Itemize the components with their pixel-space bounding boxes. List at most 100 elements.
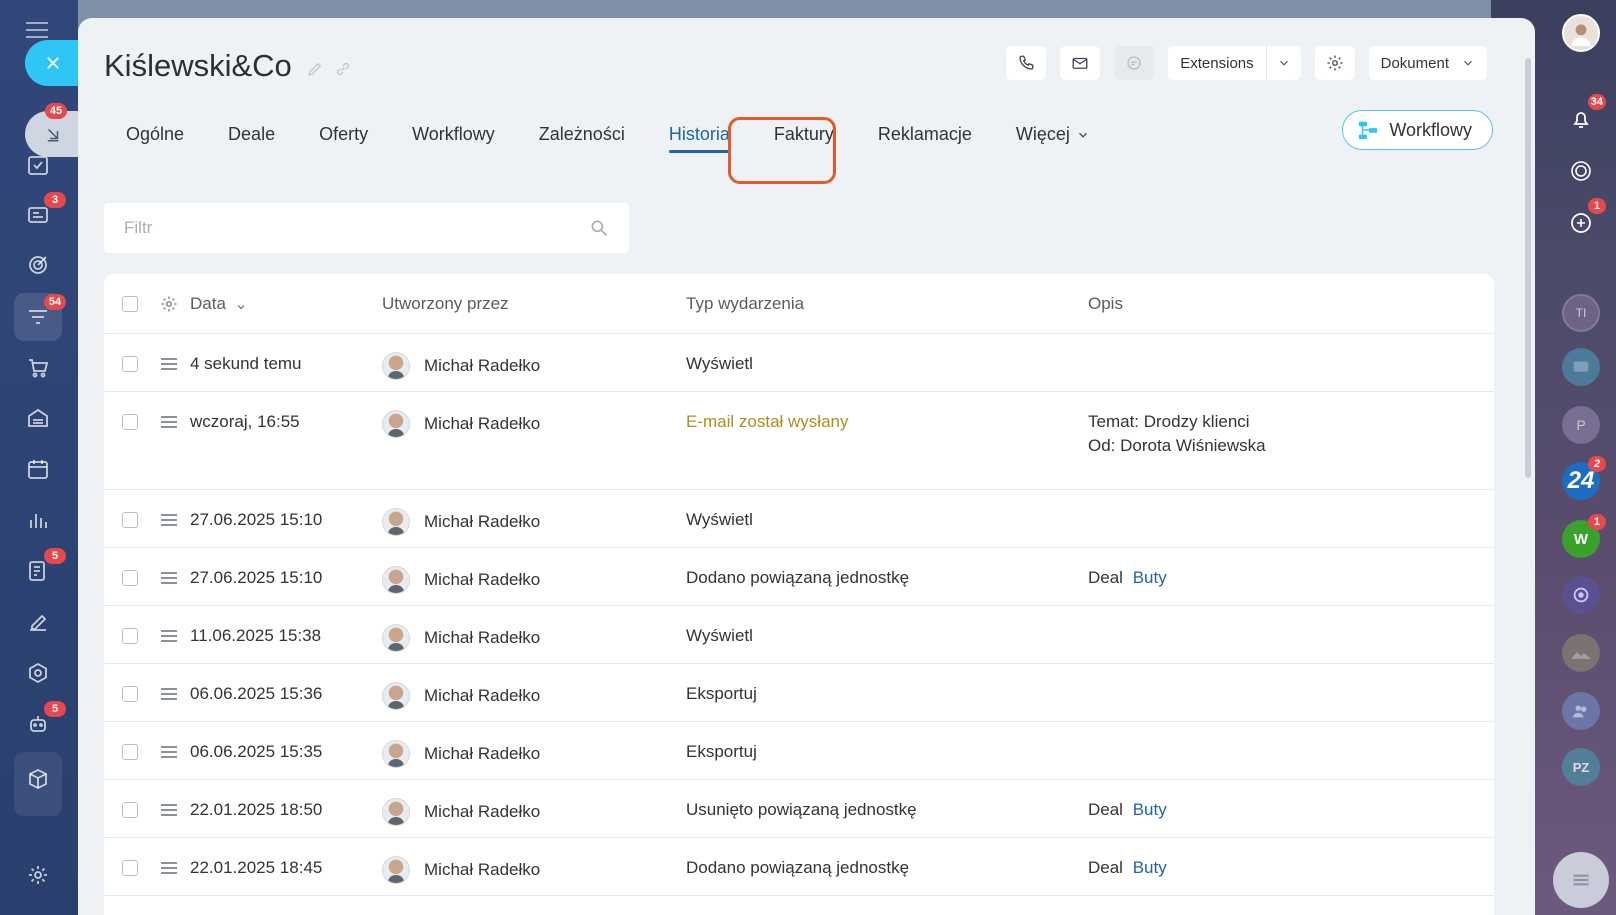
goals-button[interactable] [1562,152,1600,190]
row-user[interactable]: Michał Radełko [382,856,686,884]
sign-icon[interactable] [24,609,52,635]
row-checkbox[interactable] [122,512,138,528]
robot-icon[interactable]: 5 [24,701,66,737]
row-checkbox[interactable] [122,744,138,760]
table-row[interactable]: 4 sekund temu Michał Radełko Wyświetl [104,334,1494,392]
table-row[interactable]: 22.01.2025 18:45 Michał Radełko Dodano p… [104,838,1494,896]
row-menu[interactable] [148,800,190,817]
tab-general[interactable]: Ogólne [104,114,206,155]
row-desc-link[interactable]: Buty [1133,568,1167,587]
contact-circle[interactable] [1562,576,1600,614]
row-desc-link[interactable]: Buty [1133,800,1167,819]
box-icon[interactable] [24,766,52,792]
chat-button[interactable]: 1 [1562,198,1606,242]
settings-button[interactable] [1314,46,1355,80]
row-date: 22.01.2025 18:50 [190,800,323,819]
row-user[interactable]: Michał Radełko [382,740,686,768]
warehouse-icon[interactable] [24,405,52,431]
tab-history[interactable]: Historia [647,114,752,155]
tab-quotes[interactable]: Oferty [297,114,390,155]
tab-workflows[interactable]: Workflowy [390,114,517,155]
table-row[interactable]: 06.06.2025 15:36 Michał Radełko Eksportu… [104,664,1494,722]
row-menu[interactable] [148,742,190,759]
row-menu[interactable] [148,684,190,701]
extensions-dropdown[interactable]: Extensions [1168,46,1301,80]
menu-icon[interactable] [26,22,48,38]
contact-photo[interactable] [1562,634,1600,672]
open-chat-list-button[interactable] [1553,852,1609,908]
row-user[interactable]: Michał Radełko [382,508,686,536]
row-menu[interactable] [148,354,190,371]
pencil-icon[interactable] [306,60,324,78]
extensions-arrow[interactable] [1265,46,1301,80]
select-all-checkbox[interactable] [122,295,138,312]
link-icon[interactable] [334,60,352,78]
row-user[interactable]: Michał Radełko [382,682,686,710]
row-desc-link[interactable]: Buty [1133,858,1167,877]
row-user-name: Michał Radełko [424,860,541,879]
table-row[interactable]: wczoraj, 16:55 Michał Radełko E-mail zos… [104,392,1494,490]
tab-more[interactable]: Więcej [994,114,1112,155]
column-created-by[interactable]: Utworzony przez [382,294,686,314]
table-row[interactable]: 06.06.2025 15:35 Michał Radełko Eksportu… [104,722,1494,780]
row-menu[interactable] [148,568,190,585]
call-button[interactable] [1006,46,1047,80]
scrollbar[interactable] [1525,58,1531,478]
row-user[interactable]: Michał Radełko [382,352,686,380]
column-event-type[interactable]: Typ wydarzenia [686,294,1088,314]
settings-icon[interactable] [24,862,52,888]
contact-chat-group[interactable] [1562,348,1600,386]
forms-icon[interactable]: 5 [24,548,66,584]
app-24-badge: 2 [1588,456,1606,472]
column-date[interactable]: Data [190,294,382,314]
row-checkbox[interactable] [122,860,138,876]
funnel-icon[interactable]: 54 [24,294,66,330]
row-checkbox[interactable] [122,628,138,644]
cart-icon[interactable] [24,355,52,381]
row-user[interactable]: Michał Radełko [382,798,686,826]
row-user[interactable]: Michał Radełko [382,566,686,594]
contact-group[interactable] [1562,692,1600,730]
row-checkbox[interactable] [122,356,138,372]
cards-icon[interactable]: 3 [24,192,66,228]
column-settings[interactable] [148,295,190,313]
target-icon[interactable] [24,252,52,278]
close-panel-button[interactable] [25,40,81,86]
contact-ti[interactable]: TI [1562,294,1600,332]
notifications-button[interactable]: 34 [1562,94,1606,138]
row-checkbox[interactable] [122,570,138,586]
document-dropdown[interactable]: Dokument [1368,46,1487,80]
contact-pz[interactable]: PZ [1562,748,1600,786]
tab-complaints[interactable]: Reklamacje [856,114,994,155]
row-checkbox[interactable] [122,414,138,430]
app-24-button[interactable]: 24 2 [1562,456,1606,500]
filter-input[interactable] [124,218,589,238]
row-user[interactable]: Michał Radełko [382,410,686,438]
row-menu[interactable] [148,626,190,643]
email-button[interactable] [1060,46,1101,80]
tab-deals[interactable]: Deale [206,114,297,155]
row-menu[interactable] [148,510,190,527]
row-menu[interactable] [148,858,190,875]
search-icon[interactable] [589,218,609,238]
column-description[interactable]: Opis [1088,292,1494,316]
user-avatar[interactable] [1562,14,1600,52]
collapse-panel-button[interactable]: 45 [25,103,81,157]
row-checkbox[interactable] [122,802,138,818]
row-user[interactable]: Michał Radełko [382,624,686,652]
table-row[interactable]: 22.01.2025 18:50 Michał Radełko Usunięto… [104,780,1494,838]
contact-p[interactable]: P [1562,406,1600,444]
tab-invoices[interactable]: Faktury [752,114,856,155]
table-row[interactable]: 27.06.2025 15:10 Michał Radełko Wyświetl [104,490,1494,548]
row-checkbox[interactable] [122,686,138,702]
workflows-button[interactable]: Workflowy [1342,110,1493,150]
tab-dependencies[interactable]: Zależności [517,114,647,155]
contact-w[interactable]: W 1 [1562,514,1606,558]
calendar-icon[interactable] [24,456,52,482]
hexagon-icon[interactable] [24,660,52,686]
row-menu[interactable] [148,412,190,429]
analytics-icon[interactable] [24,507,52,533]
row-event-type[interactable]: E-mail został wysłany [686,412,1088,432]
table-row[interactable]: 27.06.2025 15:10 Michał Radełko Dodano p… [104,548,1494,606]
table-row[interactable]: 11.06.2025 15:38 Michał Radełko Wyświetl [104,606,1494,664]
